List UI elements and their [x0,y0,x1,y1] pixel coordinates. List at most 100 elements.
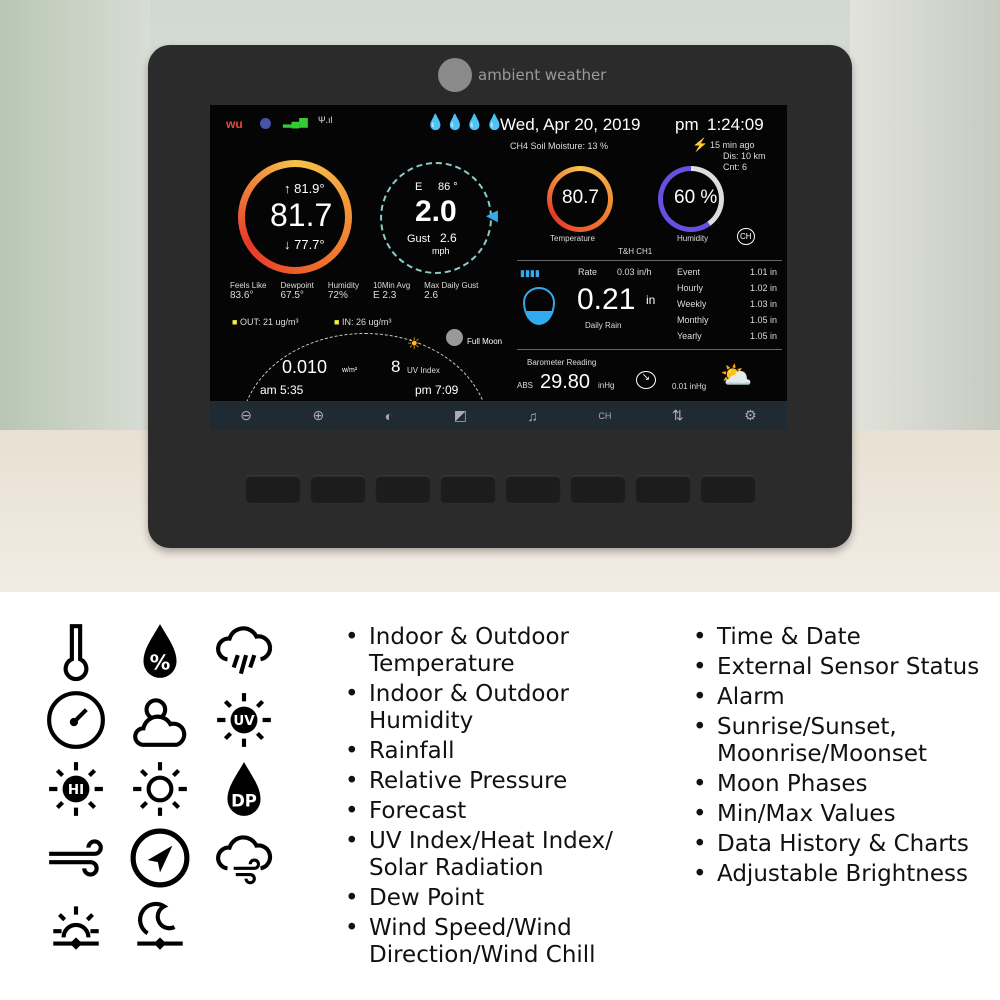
compass-icon [130,828,190,888]
wind-speed: 2.0 [415,195,457,228]
barometer-gauge-icon [47,691,105,749]
lightning-count: Cnt: 6 [723,162,748,172]
svg-text:%: % [150,651,171,675]
pressure-trend-icon: ↘ [636,371,656,389]
sensor-signal-icon: Ψ.ıl [318,115,333,125]
stat: Max Daily Gust 2.6 [424,281,479,301]
sunrise: am 5:35 [260,383,304,397]
rain-rate: 0.03 in/h [617,267,652,277]
wind-direction-arrow-icon: ◄ [482,205,502,227]
wind-icon [49,839,103,877]
chart-button[interactable]: ◩ [454,407,467,424]
feature-item: Moon Phases [693,771,993,798]
svg-text:HI: HI [68,783,84,798]
time: 1:24:09 [707,115,764,134]
dew-point-icon: DP [227,762,261,816]
moon-icon [446,329,463,346]
ambient-logo-icon [438,58,472,92]
temp-low: ↓ 77.7° [284,237,325,252]
soil-moisture: CH4 Soil Moisture: 13 % [510,141,609,151]
temp-high: ↑ 81.9° [284,181,325,196]
feature-item: Data History & Charts [693,831,993,858]
channel-button[interactable]: CH [598,411,611,421]
solar-radiation: 0.010 [282,357,328,377]
outdoor-temp: 81.7 [270,197,333,233]
rain-table: Event 1.01 in Hourly 1.02 in Weekly 1.03 in… [677,267,777,347]
rain-row: Monthly 1.05 in [677,315,777,325]
rain-gauge-icon [523,287,555,325]
moon-phase: Full Moon [467,337,503,346]
gust-value: 2.6 [440,231,457,245]
channel-cycle-icon[interactable]: CH [737,228,755,245]
pm25-outdoor: OUT: 21 ug/m³ [239,317,299,327]
ch1-temp-label: Temperature [550,234,595,243]
heat-index-icon: HI [49,762,103,816]
date: Wed, Apr 20, 2019 [500,115,641,134]
stat: Feels Like 83.6° [230,281,267,301]
divider [517,349,782,350]
hardware-buttons [245,475,756,503]
rain-row: Weekly 1.03 in [677,299,777,309]
rain-drops-icon: ▮▮▮▮ [520,268,540,278]
rain-row: Hourly 1.02 in [677,283,777,293]
alarm-button[interactable]: ♫ [527,408,538,424]
feature-item: Min/Max Values [693,801,993,828]
gust-label: Gust [407,233,431,245]
brightness-down-button[interactable]: ⊖ [240,407,252,424]
hardware-button[interactable] [310,475,366,503]
lightning-icon: ⚡ [692,137,709,152]
baro-label: Barometer Reading [527,358,597,367]
pm25-indoor: IN: 26 ug/m³ [341,317,392,327]
solar-unit: w/m² [342,367,358,374]
feature-item: Relative Pressure [345,768,665,795]
hardware-button[interactable] [570,475,626,503]
wind-dir: E [415,181,423,193]
ch1-humidity: 60 % [674,187,718,208]
feature-icons: % UV HI DP [45,620,295,965]
toolbar: ⊖ ⊕ ◐ ◩ ♫ CH ⇅ ⚙ [210,401,787,430]
windy-cloud-icon [216,835,273,885]
wu-icon: wu [226,117,243,131]
feature-item: Indoor & Outdoor Humidity [345,681,665,735]
partly-cloudy-icon [133,698,187,747]
feature-item: Rainfall [345,738,665,765]
baro-abs: ABS [517,381,534,390]
hardware-button[interactable] [245,475,301,503]
feature-item: Sunrise/Sunset, Moonrise/Moonset [693,714,993,768]
uv-index: 8 [391,357,401,376]
feature-item: UV Index/Heat Index/ Solar Radiation [345,828,665,882]
feature-item: Dew Point [345,885,665,912]
scroll-button[interactable]: ⇅ [672,407,684,424]
sun-icon: ☀ [407,336,422,353]
stat: 10Min Avg E 2.3 [372,281,411,301]
features-list-right: Time & Date External Sensor Status Alarm… [693,624,993,891]
stat: Humidity 72% [327,281,359,301]
rain-row: Yearly 1.05 in [677,331,777,341]
ampm: pm [675,115,699,134]
stats-row: Feels Like 83.6° Dewpoint 67.5° Humidity 72… [230,281,478,301]
baro-value: 29.80 [540,371,591,393]
hardware-button[interactable] [635,475,691,503]
rain-rate-label: Rate [578,267,598,277]
hardware-button[interactable] [505,475,561,503]
humidity-drop-icon: % [143,624,177,678]
wifi-signal-icon: ▂▄▆ [283,116,308,128]
hardware-button[interactable] [700,475,756,503]
feature-item: Wind Speed/Wind Direction/Wind Chill [345,915,665,969]
feature-item: Alarm [693,684,993,711]
divider [517,260,782,261]
settings-button[interactable]: ⚙ [744,407,757,424]
feature-item: Time & Date [693,624,993,651]
hardware-button[interactable] [375,475,431,503]
wind-deg: 86 ° [438,181,458,193]
hardware-button[interactable] [440,475,496,503]
feature-item: Adjustable Brightness [693,861,993,888]
sun-icon [133,762,187,816]
contrast-button[interactable]: ◐ [385,408,393,424]
battery-drops-icon: 💧💧💧💧 [426,114,505,131]
feature-item: Indoor & Outdoor Temperature [345,624,665,678]
rain-unit: in [646,293,656,307]
brightness-up-button[interactable]: ⊕ [312,407,324,424]
daily-rain-label: Daily Rain [585,321,622,330]
feature-item: Forecast [345,798,665,825]
